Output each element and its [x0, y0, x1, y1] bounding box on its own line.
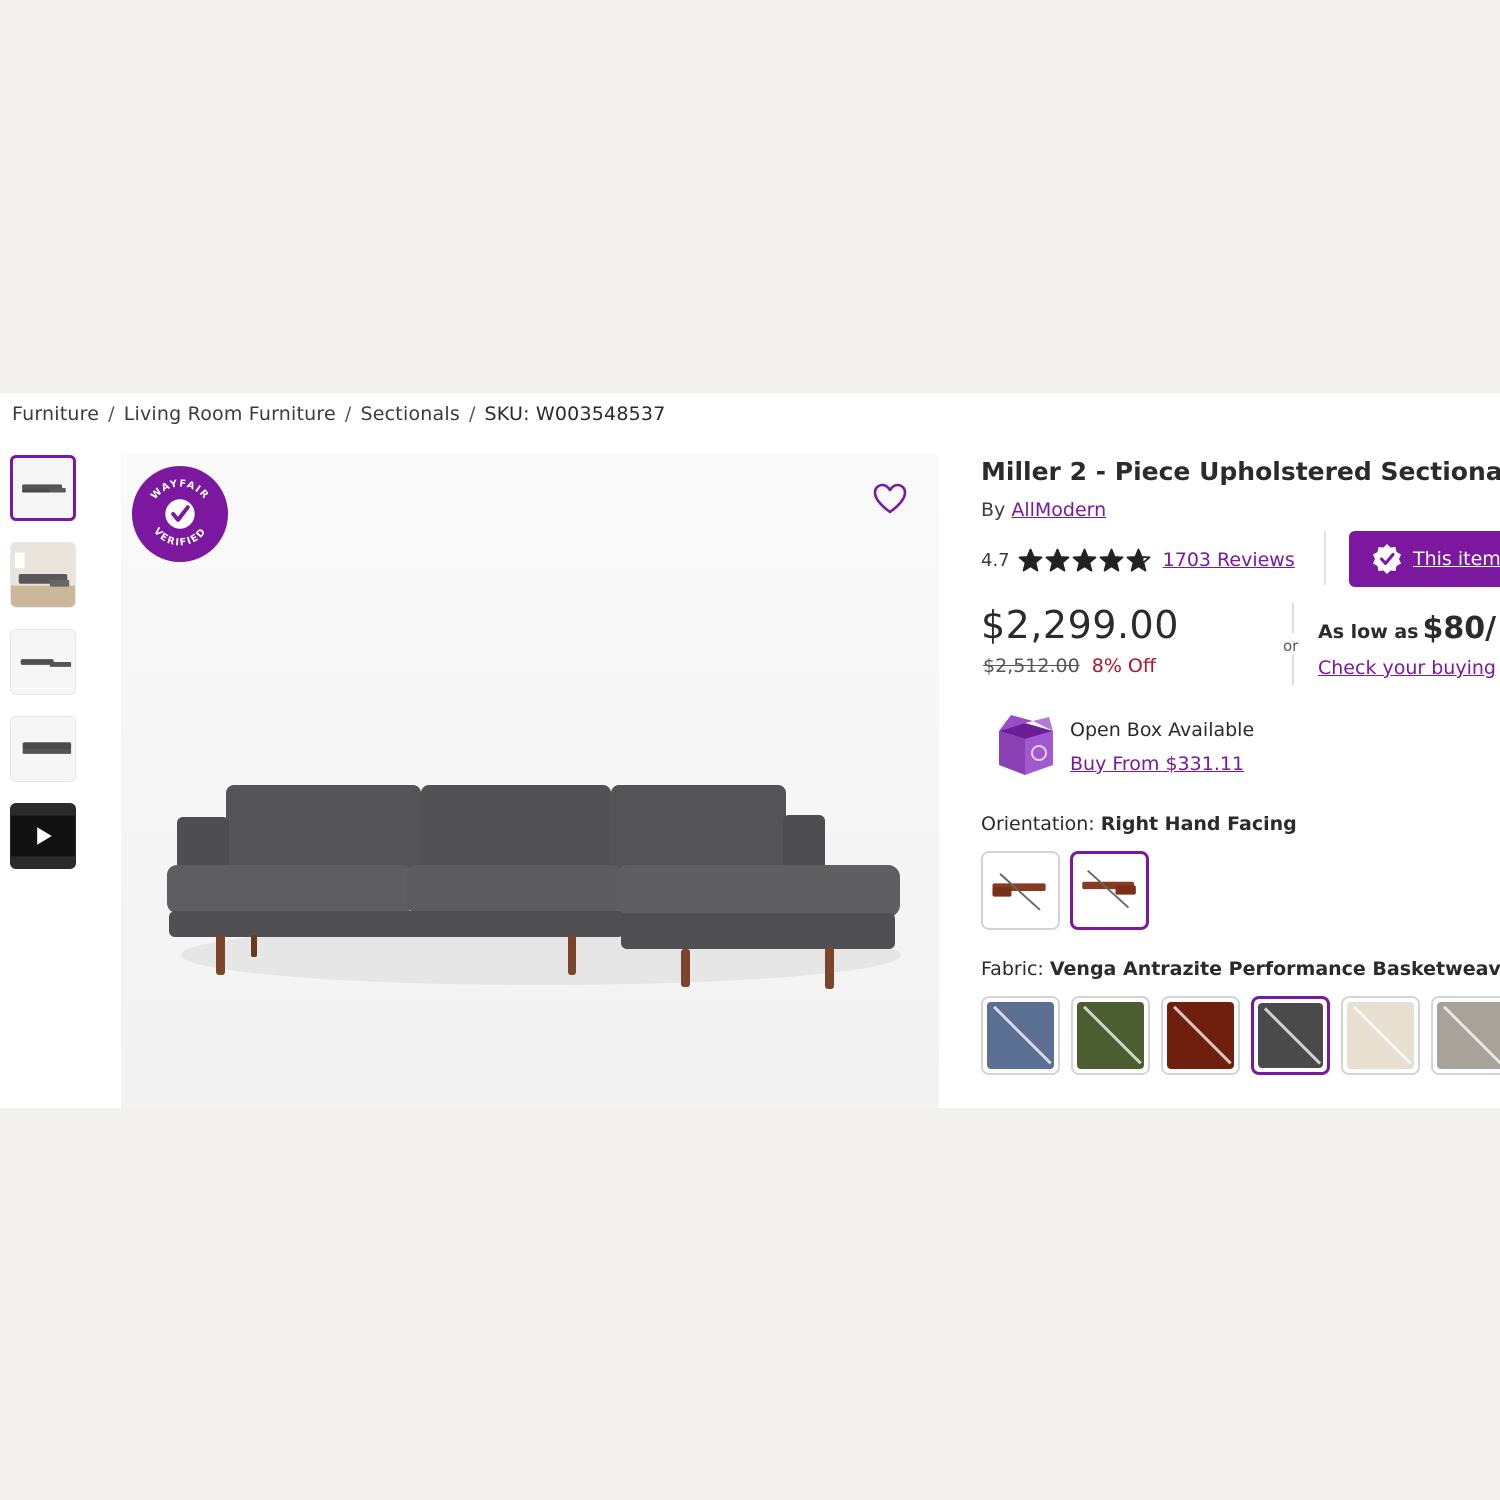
thumbnail-front-view[interactable] — [10, 716, 76, 782]
swatch-slash-icon — [1263, 1006, 1321, 1065]
breadcrumb-separator: / — [344, 403, 352, 425]
check-buying-power-link[interactable]: Check your buying — [1318, 657, 1496, 679]
by-label: By — [981, 499, 1006, 521]
product-page-screenshot: Furniture / Living Room Furniture / Sectiona… — [0, 393, 1500, 1108]
fabric-swatch-color — [1077, 1002, 1144, 1069]
sectional-thumbnail-image — [22, 484, 66, 493]
main-product-image[interactable]: WAYFAIR VERIFIED — [121, 455, 939, 1108]
thumbnail-video[interactable] — [10, 803, 76, 869]
orientation-option-left-hand[interactable] — [981, 851, 1060, 930]
breadcrumb-separator: / — [108, 403, 115, 425]
fabric-swatch-color — [1437, 1002, 1500, 1069]
as-low-as-label: As low as — [1318, 621, 1419, 643]
sectional-sofa-image — [167, 785, 901, 989]
side-view-thumbnail-image — [20, 659, 72, 667]
fabric-swatch-color — [1258, 1003, 1323, 1068]
open-box-icon — [999, 715, 1053, 775]
star-rating — [1018, 548, 1153, 573]
star-half-icon — [1126, 548, 1151, 572]
star-full-icon — [1045, 548, 1070, 572]
original-price-row: $2,512.00 8% Off — [983, 655, 1156, 677]
divider — [1292, 603, 1294, 633]
fabric-swatch[interactable] — [1341, 996, 1420, 1075]
breadcrumb-separator: / — [468, 403, 476, 425]
front-view-thumbnail-image — [22, 742, 72, 754]
orientation-option-right-hand[interactable] — [1070, 851, 1149, 930]
fabric-label-text: Fabric: — [981, 958, 1044, 980]
fabric-swatch[interactable] — [1161, 996, 1240, 1075]
left-hand-sectional-icon — [992, 873, 1046, 911]
thumbnail-gallery — [10, 455, 76, 890]
rating-row: 4.7 1703 Reviews — [981, 545, 1295, 575]
fabric-label: Fabric: Venga Antrazite Performance Bask… — [981, 958, 1500, 980]
divider — [1324, 531, 1326, 585]
orientation-label: Orientation: Right Hand Facing — [981, 813, 1297, 835]
thumbnail-living-room[interactable] — [10, 542, 76, 608]
fabric-swatch-color — [1347, 1002, 1414, 1069]
orientation-label-text: Orientation: — [981, 813, 1095, 835]
breadcrumb-item-sectionals[interactable]: Sectionals — [361, 403, 460, 425]
right-hand-sectional-icon — [1082, 869, 1136, 909]
fabric-swatch[interactable] — [981, 996, 1060, 1075]
verified-check-icon — [1373, 544, 1401, 574]
product-info-panel: Miller 2 - Piece Upholstered Sectional B… — [981, 393, 1500, 1108]
divider — [1292, 655, 1294, 685]
orientation-options — [981, 851, 1159, 930]
brand-byline: By AllModern — [981, 499, 1106, 521]
swatch-slash-icon — [1172, 1006, 1232, 1065]
fabric-swatch[interactable] — [1431, 996, 1500, 1075]
fabric-swatches — [981, 996, 1500, 1075]
fabric-swatch[interactable] — [1251, 996, 1330, 1075]
star-full-icon — [1072, 548, 1097, 572]
fabric-swatch-color — [1167, 1002, 1234, 1069]
living-room-thumbnail-image — [11, 543, 75, 607]
thumbnail-side-view[interactable] — [10, 629, 76, 695]
brand-link[interactable]: AllModern — [1011, 499, 1106, 521]
wayfair-verified-badge: WAYFAIR VERIFIED — [131, 465, 229, 563]
verified-item-label: This item — [1413, 548, 1500, 570]
fabric-value: Venga Antrazite Performance Basketweave — [1049, 958, 1500, 980]
verified-item-button[interactable]: This item — [1349, 531, 1500, 587]
swatch-slash-icon — [992, 1006, 1052, 1065]
open-box-title: Open Box Available — [1070, 719, 1255, 741]
favorite-heart-icon[interactable] — [873, 483, 907, 515]
financing-amount: $80/ — [1422, 611, 1497, 646]
financing-text: As low as $80/ — [1318, 611, 1496, 646]
sale-price: $2,299.00 — [981, 603, 1179, 647]
sku-label: SKU: W003548537 — [484, 403, 666, 425]
breadcrumb: Furniture / Living Room Furniture / Sectiona… — [12, 403, 666, 425]
breadcrumb-item-furniture[interactable]: Furniture — [12, 403, 99, 425]
discount-label: 8% Off — [1091, 655, 1156, 677]
swatch-slash-icon — [1082, 1006, 1142, 1065]
reviews-link[interactable]: 1703 Reviews — [1163, 549, 1295, 571]
or-label: or — [1283, 637, 1299, 655]
fabric-swatch[interactable] — [1071, 996, 1150, 1075]
product-title: Miller 2 - Piece Upholstered Sectional — [981, 457, 1500, 486]
swatch-slash-icon — [1352, 1006, 1412, 1065]
rating-value: 4.7 — [981, 549, 1010, 571]
orientation-value: Right Hand Facing — [1100, 813, 1297, 835]
breadcrumb-item-living-room-furniture[interactable]: Living Room Furniture — [124, 403, 336, 425]
fabric-swatch-color — [987, 1002, 1054, 1069]
thumbnail-sectional[interactable] — [10, 455, 76, 521]
star-full-icon — [1099, 548, 1124, 572]
original-price: $2,512.00 — [983, 655, 1080, 677]
play-icon — [11, 815, 75, 857]
open-box-link[interactable]: Buy From $331.11 — [1070, 753, 1244, 775]
star-full-icon — [1018, 548, 1043, 572]
swatch-slash-icon — [1442, 1006, 1500, 1065]
